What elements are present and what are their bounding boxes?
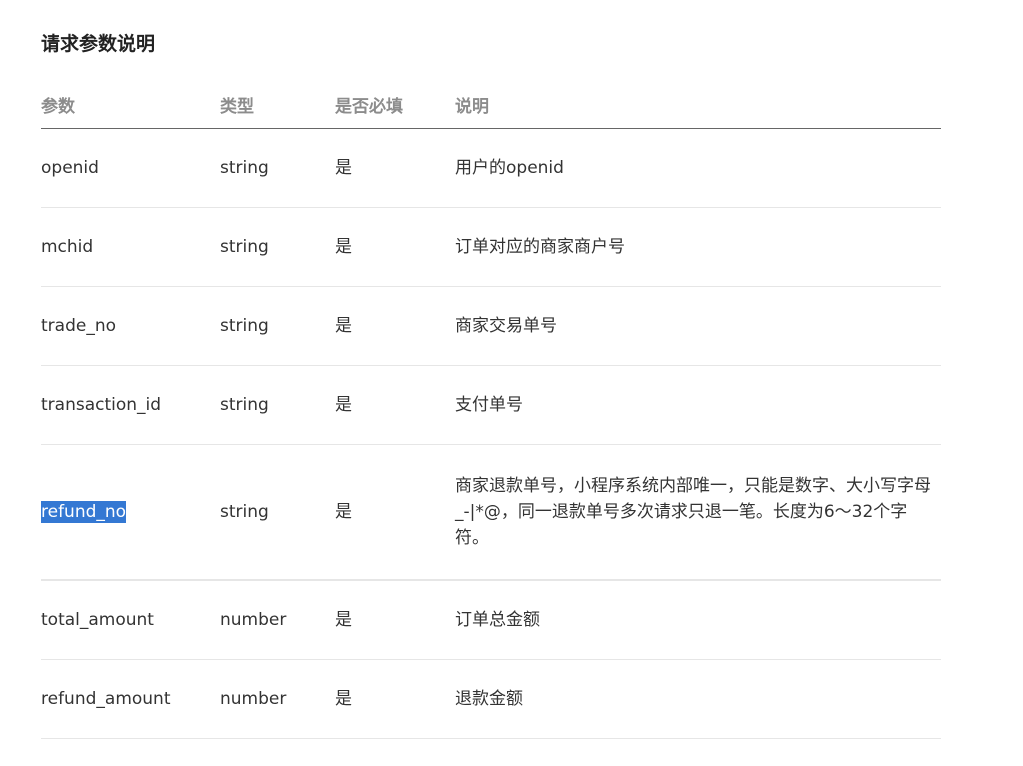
param-required: 是 bbox=[335, 444, 455, 581]
params-table: 参数 类型 是否必填 说明 openid string 是 用户的openid … bbox=[41, 80, 941, 739]
header-description: 说明 bbox=[455, 80, 941, 129]
param-type: number bbox=[220, 659, 335, 739]
selected-param-name[interactable]: refund_no bbox=[41, 501, 127, 523]
header-param: 参数 bbox=[41, 80, 220, 129]
param-description: 退款金额 bbox=[455, 659, 941, 739]
param-description: 商家退款单号，小程序系统内部唯一，只能是数字、大小写字母_-|*@，同一退款单号… bbox=[455, 444, 941, 581]
param-name: total_amount bbox=[41, 580, 220, 660]
param-required: 是 bbox=[335, 659, 455, 739]
param-type: number bbox=[220, 580, 335, 660]
param-name: mchid bbox=[41, 207, 220, 287]
param-description: 支付单号 bbox=[455, 365, 941, 445]
param-type: string bbox=[220, 365, 335, 445]
param-name: trade_no bbox=[41, 286, 220, 366]
param-description: 用户的openid bbox=[455, 128, 941, 208]
table-row: total_amount number 是 订单总金额 bbox=[41, 580, 941, 660]
param-description: 订单对应的商家商户号 bbox=[455, 207, 941, 287]
param-type: string bbox=[220, 286, 335, 366]
param-name: transaction_id bbox=[41, 365, 220, 445]
param-name: openid bbox=[41, 128, 220, 208]
param-type: string bbox=[220, 128, 335, 208]
param-required: 是 bbox=[335, 128, 455, 208]
param-required: 是 bbox=[335, 580, 455, 660]
table-row: mchid string 是 订单对应的商家商户号 bbox=[41, 207, 941, 287]
table-row: trade_no string 是 商家交易单号 bbox=[41, 286, 941, 366]
table-header-row: 参数 类型 是否必填 说明 bbox=[41, 80, 941, 129]
table-row: openid string 是 用户的openid bbox=[41, 128, 941, 208]
param-required: 是 bbox=[335, 207, 455, 287]
header-type: 类型 bbox=[220, 80, 335, 129]
param-description: 订单总金额 bbox=[455, 580, 941, 660]
table-row: refund_no string 是 商家退款单号，小程序系统内部唯一，只能是数… bbox=[41, 444, 941, 581]
param-required: 是 bbox=[335, 286, 455, 366]
header-required: 是否必填 bbox=[335, 80, 455, 129]
table-row: transaction_id string 是 支付单号 bbox=[41, 365, 941, 445]
param-name-cell: refund_no bbox=[41, 444, 220, 581]
param-type: string bbox=[220, 207, 335, 287]
section-title: 请求参数说明 bbox=[41, 33, 156, 55]
table-row: refund_amount number 是 退款金额 bbox=[41, 659, 941, 739]
param-required: 是 bbox=[335, 365, 455, 445]
param-type: string bbox=[220, 444, 335, 581]
param-description: 商家交易单号 bbox=[455, 286, 941, 366]
param-name: refund_amount bbox=[41, 659, 220, 739]
